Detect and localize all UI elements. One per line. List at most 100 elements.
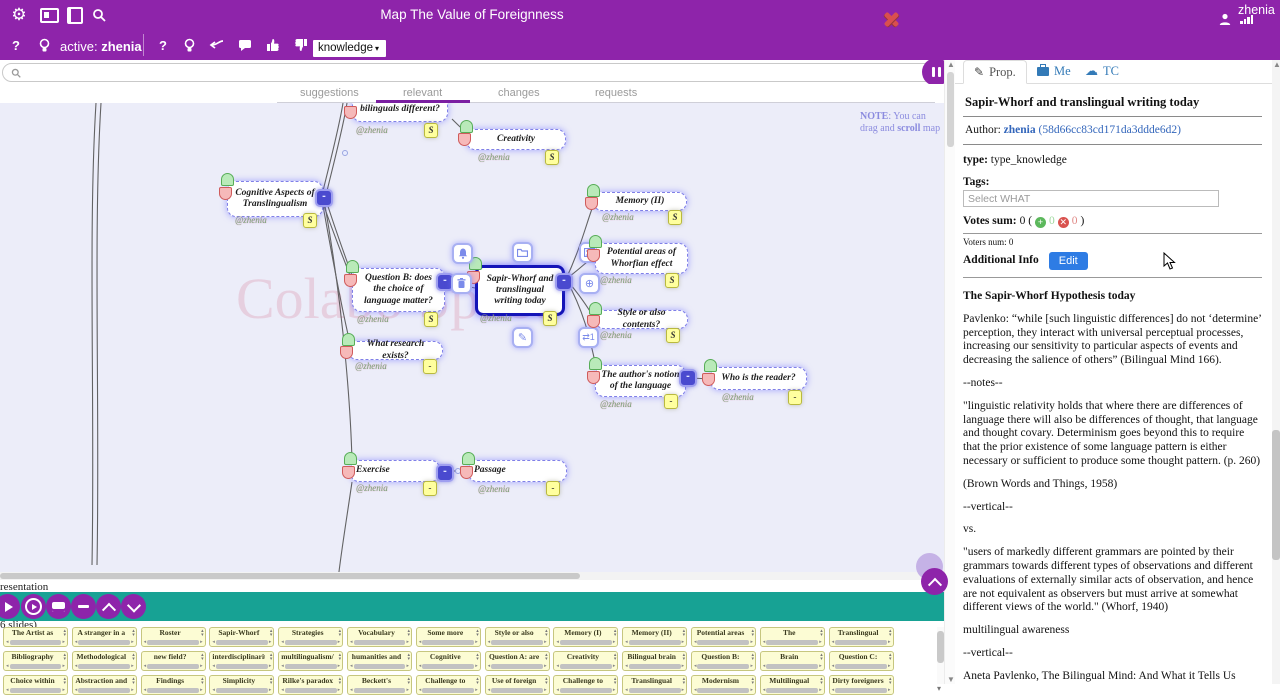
- slide-card[interactable]: Brain processing ▴▾ ◂▸: [760, 651, 825, 671]
- slide-stepper[interactable]: ▴▾: [201, 629, 204, 637]
- spin-down-icon[interactable]: ▾: [407, 633, 410, 637]
- slide-scrollbar[interactable]: ◂▸: [281, 687, 340, 693]
- account-button[interactable]: [1212, 6, 1238, 32]
- node-badge[interactable]: -: [423, 359, 437, 374]
- slide-card[interactable]: new field? ▴▾ ◂▸: [141, 651, 206, 671]
- scroll-left-icon[interactable]: ◂: [6, 663, 9, 669]
- slide-stepper[interactable]: ▴▾: [270, 653, 273, 661]
- scrollbar-thumb[interactable]: [422, 688, 474, 693]
- slide-scrollbar[interactable]: ◂▸: [281, 663, 340, 669]
- scroll-left-icon[interactable]: ◂: [694, 687, 697, 693]
- slide-scrollbar[interactable]: ◂▸: [212, 639, 271, 645]
- slide-card[interactable]: Rilke's paradox ▴▾ ◂▸: [278, 675, 343, 695]
- scroll-left-icon[interactable]: ◂: [144, 663, 147, 669]
- slide-scrollbar[interactable]: ◂▸: [488, 639, 547, 645]
- spin-down-icon[interactable]: ▾: [339, 681, 342, 685]
- node-vote-chip[interactable]: [344, 452, 357, 465]
- slide-stepper[interactable]: ▴▾: [132, 653, 135, 661]
- merge-button[interactable]: [204, 32, 230, 58]
- help-button[interactable]: ?: [3, 32, 29, 58]
- scrollbar-thumb[interactable]: [947, 72, 954, 147]
- spin-down-icon[interactable]: ▾: [132, 657, 135, 661]
- scrollbar-thumb[interactable]: [629, 640, 681, 645]
- slide-card[interactable]: Challenge to ▴▾ ◂▸: [553, 675, 618, 695]
- slide-scrollbar[interactable]: ◂▸: [694, 639, 753, 645]
- scroll-down-icon[interactable]: ▾: [937, 684, 941, 693]
- scrollbar-thumb[interactable]: [491, 664, 543, 669]
- scrollbar-thumb[interactable]: [766, 688, 818, 693]
- slide-scrollbar[interactable]: ◂▸: [75, 639, 134, 645]
- slide-card[interactable]: The consciousness of the ▴▾ ◂▸: [760, 627, 825, 647]
- spin-down-icon[interactable]: ▾: [889, 657, 892, 661]
- scroll-right-icon[interactable]: ▸: [750, 687, 753, 693]
- scrollbar-thumb[interactable]: [147, 688, 199, 693]
- slide-stepper[interactable]: ▴▾: [339, 653, 342, 661]
- slide-card[interactable]: Modernism ▴▾ ◂▸: [691, 675, 756, 695]
- spin-down-icon[interactable]: ▾: [339, 657, 342, 661]
- map-scroll-up-button[interactable]: [921, 568, 948, 595]
- scroll-left-icon[interactable]: ◂: [75, 663, 78, 669]
- slide-card[interactable]: Multilingual Poets ▴▾ ◂▸: [760, 675, 825, 695]
- scroll-left-icon[interactable]: ◂: [419, 639, 422, 645]
- spin-down-icon[interactable]: ▾: [407, 657, 410, 661]
- scroll-left-icon[interactable]: ◂: [281, 687, 284, 693]
- spin-down-icon[interactable]: ▾: [339, 633, 342, 637]
- node-badge[interactable]: S: [666, 328, 680, 343]
- scroll-right-icon[interactable]: ▸: [888, 639, 891, 645]
- slide-scrollbar[interactable]: ◂▸: [832, 687, 891, 693]
- scroll-right-icon[interactable]: ▸: [682, 687, 685, 693]
- scroll-right-icon[interactable]: ▸: [62, 663, 65, 669]
- scroll-right-icon[interactable]: ▸: [62, 639, 65, 645]
- vote-down-icon[interactable]: ✕: [1058, 217, 1069, 228]
- scrollbar-thumb[interactable]: [354, 688, 406, 693]
- node-vote-chip[interactable]: [221, 173, 234, 186]
- spin-down-icon[interactable]: ▾: [751, 681, 754, 685]
- map-node[interactable]: Passage: [468, 460, 567, 482]
- map-node[interactable]: Style or also contents?: [595, 310, 688, 329]
- slide-card[interactable]: Style or also ▴▾ ◂▸: [485, 627, 550, 647]
- node-badge[interactable]: -: [423, 481, 437, 496]
- scroll-left-icon[interactable]: ◂: [556, 687, 559, 693]
- scroll-left-icon[interactable]: ◂: [75, 639, 78, 645]
- idea-2-button[interactable]: [176, 32, 202, 58]
- slide-scrollbar[interactable]: ◂▸: [832, 663, 891, 669]
- spin-down-icon[interactable]: ▾: [820, 633, 823, 637]
- slide-stepper[interactable]: ▴▾: [63, 653, 66, 661]
- panel-scrollbar[interactable]: ▲: [1272, 60, 1280, 684]
- spin-down-icon[interactable]: ▾: [201, 681, 204, 685]
- map-node[interactable]: Question B: does the choice of language …: [352, 268, 445, 312]
- scroll-right-icon[interactable]: ▸: [269, 687, 272, 693]
- scroll-left-icon[interactable]: ◂: [832, 663, 835, 669]
- spin-down-icon[interactable]: ▾: [476, 681, 479, 685]
- slide-card[interactable]: Memory (I) ▴▾ ◂▸: [553, 627, 618, 647]
- slide-card[interactable]: Cognitive Aspects ▴▾ ◂▸: [416, 651, 481, 671]
- scroll-left-icon[interactable]: ◂: [281, 639, 284, 645]
- spin-down-icon[interactable]: ▾: [476, 657, 479, 661]
- map-node[interactable]: Exercise: [350, 460, 440, 482]
- scrollbar-thumb[interactable]: [10, 640, 62, 645]
- tab-requests[interactable]: requests: [595, 87, 637, 99]
- scrollbar-thumb[interactable]: [285, 664, 337, 669]
- slide-stepper[interactable]: ▴▾: [476, 629, 479, 637]
- collapse-node-button[interactable]: -: [679, 369, 697, 387]
- scroll-right-icon[interactable]: ▸: [750, 663, 753, 669]
- slide-card[interactable]: Roster ▴▾ ◂▸: [141, 627, 206, 647]
- edit-node-button[interactable]: ✎: [512, 327, 533, 348]
- node-badge[interactable]: S: [668, 210, 682, 225]
- delete-node-button[interactable]: [451, 273, 472, 294]
- slide-scrollbar[interactable]: ◂▸: [6, 687, 65, 693]
- spin-down-icon[interactable]: ▾: [132, 681, 135, 685]
- node-badge[interactable]: -: [788, 390, 802, 405]
- scrollbar-thumb[interactable]: [285, 688, 337, 693]
- map-node[interactable]: Potential areas of Whorfian effect: [595, 243, 688, 274]
- slide-stepper[interactable]: ▴▾: [614, 629, 617, 637]
- scroll-left-icon[interactable]: ◂: [625, 663, 628, 669]
- collapse-panel-button[interactable]: [71, 594, 96, 619]
- scroll-right-icon[interactable]: ▸: [131, 663, 134, 669]
- spin-down-icon[interactable]: ▾: [683, 633, 686, 637]
- slide-card[interactable]: Potential areas of Whorfian effect ▴▾ ◂▸: [691, 627, 756, 647]
- scroll-left-icon[interactable]: ◂: [350, 663, 353, 669]
- slide-scrollbar[interactable]: ◂▸: [625, 663, 684, 669]
- scroll-left-icon[interactable]: ◂: [556, 663, 559, 669]
- slide-scrollbar[interactable]: ◂▸: [419, 687, 478, 693]
